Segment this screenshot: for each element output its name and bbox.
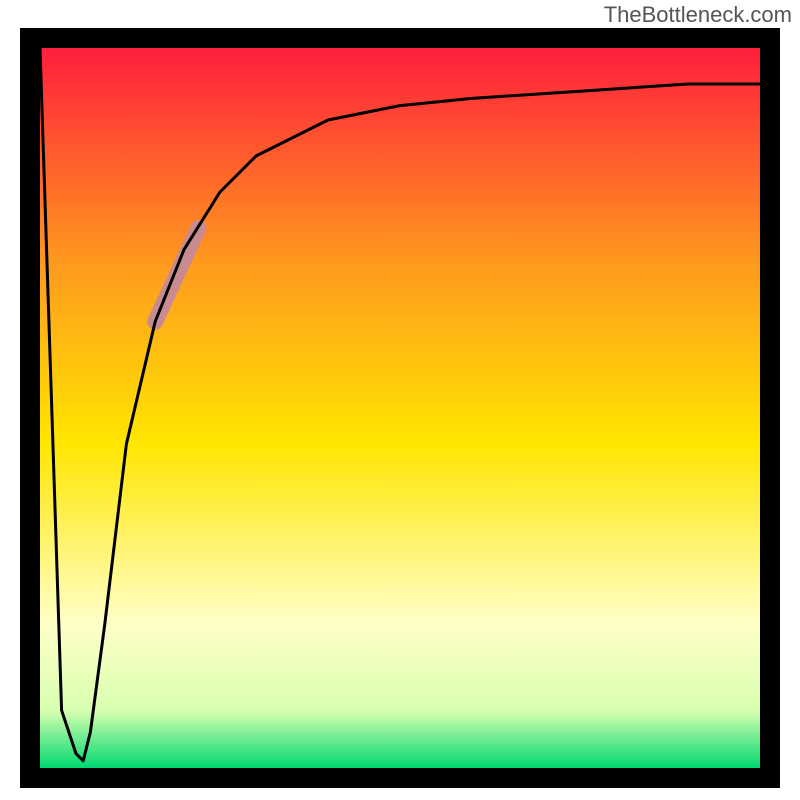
chart-svg — [20, 28, 780, 788]
plot-border-left — [20, 28, 40, 788]
plot-border-bottom — [20, 768, 780, 788]
attribution-text: TheBottleneck.com — [604, 2, 792, 28]
chart-frame — [20, 28, 780, 788]
plot-border-top — [20, 28, 780, 48]
plot-border-right — [760, 28, 780, 788]
gradient-background — [40, 48, 760, 768]
chart-container: TheBottleneck.com — [0, 0, 800, 800]
